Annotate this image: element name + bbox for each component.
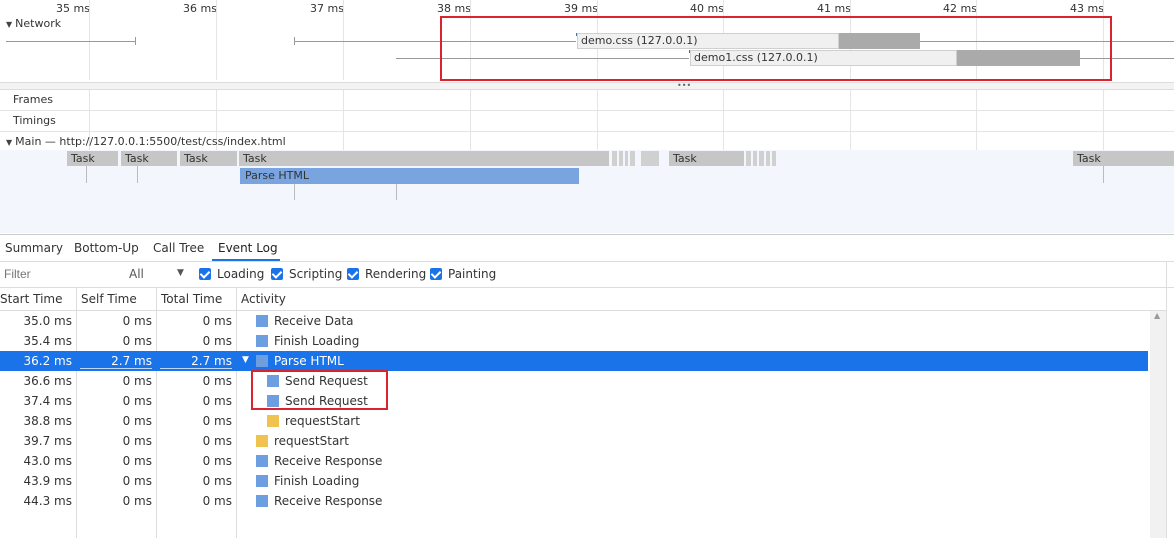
timing-category-icon bbox=[256, 435, 268, 447]
checkbox-label-loading: Loading bbox=[217, 267, 265, 281]
ruler-tick: 38 ms bbox=[437, 2, 471, 15]
tab-event-log[interactable]: Event Log bbox=[218, 241, 278, 255]
checkbox-label-painting: Painting bbox=[448, 267, 497, 281]
ruler-tick: 41 ms bbox=[817, 2, 851, 15]
network-label: Network bbox=[15, 17, 62, 30]
ruler-tick: 43 ms bbox=[1070, 2, 1104, 15]
loading-category-icon bbox=[256, 315, 268, 327]
loading-category-icon bbox=[256, 355, 268, 367]
checkbox-label-scripting: Scripting bbox=[289, 267, 343, 281]
ruler-tick: 40 ms bbox=[690, 2, 724, 15]
task-block[interactable]: Task bbox=[1073, 151, 1174, 166]
scroll-up-arrow-icon[interactable]: ▲ bbox=[1154, 311, 1160, 320]
loading-category-icon bbox=[256, 495, 268, 507]
filter-input[interactable] bbox=[0, 265, 126, 283]
collapse-triangle-icon: ▼ bbox=[6, 138, 13, 147]
timings-track-label[interactable]: Timings bbox=[13, 114, 56, 127]
task-block[interactable]: Task bbox=[67, 151, 118, 166]
table-row[interactable]: 37.4 ms 0 ms 0 ms Send Request bbox=[0, 391, 1148, 411]
network-track-header[interactable]: ▼ Network bbox=[6, 17, 61, 30]
table-row[interactable]: 35.4 ms 0 ms 0 ms Finish Loading bbox=[0, 331, 1148, 351]
task-block[interactable]: Task bbox=[669, 151, 744, 166]
table-row[interactable]: 36.6 ms 0 ms 0 ms Send Request bbox=[0, 371, 1148, 391]
table-scrollbar[interactable]: ▲ bbox=[1150, 311, 1166, 538]
ruler-tick: 35 ms bbox=[56, 2, 90, 15]
column-header-start-time[interactable]: Start Time bbox=[0, 292, 72, 306]
column-header-activity[interactable]: Activity bbox=[241, 292, 286, 306]
drag-dots-icon: ••• bbox=[677, 81, 692, 90]
category-dropdown[interactable]: All ▼ bbox=[120, 265, 190, 283]
task-block[interactable]: Task bbox=[121, 151, 177, 166]
timing-category-icon bbox=[267, 415, 279, 427]
ruler-tick: 42 ms bbox=[943, 2, 977, 15]
highlight-box-send-request bbox=[251, 370, 388, 410]
network-request-line bbox=[6, 41, 136, 42]
table-row[interactable]: 44.3 ms 0 ms 0 ms Receive Response bbox=[0, 491, 1148, 511]
main-track-header[interactable]: ▼ Main — http://127.0.0.1:5500/test/css/i… bbox=[6, 135, 286, 148]
dropdown-arrow-icon: ▼ bbox=[177, 268, 184, 278]
frames-track-label[interactable]: Frames bbox=[13, 93, 53, 106]
table-row[interactable]: 43.0 ms 0 ms 0 ms Receive Response bbox=[0, 451, 1148, 471]
checkbox-scripting[interactable] bbox=[271, 268, 283, 280]
parse-html-block[interactable]: Parse HTML bbox=[240, 168, 579, 184]
checkbox-rendering[interactable] bbox=[347, 268, 359, 280]
table-row[interactable]: 38.8 ms 0 ms 0 ms requestStart bbox=[0, 411, 1148, 431]
time-ruler: 35 ms 36 ms 37 ms 38 ms 39 ms 40 ms 41 m… bbox=[0, 0, 1174, 16]
ruler-tick: 39 ms bbox=[564, 2, 598, 15]
loading-category-icon bbox=[256, 455, 268, 467]
table-row[interactable]: 39.7 ms 0 ms 0 ms requestStart bbox=[0, 431, 1148, 451]
expand-triangle-icon[interactable]: ▼ bbox=[242, 355, 249, 365]
main-track-label: Main — http://127.0.0.1:5500/test/css/in… bbox=[15, 135, 286, 148]
table-row-selected[interactable]: 36.2 ms 2.7 ms 2.7 ms ▼ Parse HTML bbox=[0, 351, 1148, 371]
collapse-triangle-icon: ▼ bbox=[6, 20, 13, 29]
table-row[interactable]: 43.9 ms 0 ms 0 ms Finish Loading bbox=[0, 471, 1148, 491]
dropdown-value: All bbox=[129, 267, 144, 281]
column-header-total-time[interactable]: Total Time bbox=[161, 292, 222, 306]
column-header-self-time[interactable]: Self Time bbox=[81, 292, 137, 306]
checkbox-label-rendering: Rendering bbox=[365, 267, 427, 281]
tab-bottom-up[interactable]: Bottom-Up bbox=[74, 241, 139, 255]
ruler-tick: 36 ms bbox=[183, 2, 217, 15]
loading-category-icon bbox=[256, 475, 268, 487]
checkbox-painting[interactable] bbox=[430, 268, 442, 280]
table-row[interactable]: 35.0 ms 0 ms 0 ms Receive Data bbox=[0, 311, 1148, 331]
task-block[interactable]: Task bbox=[239, 151, 609, 166]
loading-category-icon bbox=[256, 335, 268, 347]
task-block[interactable]: Task bbox=[180, 151, 237, 166]
tab-call-tree[interactable]: Call Tree bbox=[153, 241, 204, 255]
ruler-tick: 37 ms bbox=[310, 2, 344, 15]
tab-summary[interactable]: Summary bbox=[5, 241, 63, 255]
splitter-handle[interactable]: ••• bbox=[0, 82, 1174, 90]
highlight-box-network bbox=[440, 16, 1112, 81]
checkbox-loading[interactable] bbox=[199, 268, 211, 280]
